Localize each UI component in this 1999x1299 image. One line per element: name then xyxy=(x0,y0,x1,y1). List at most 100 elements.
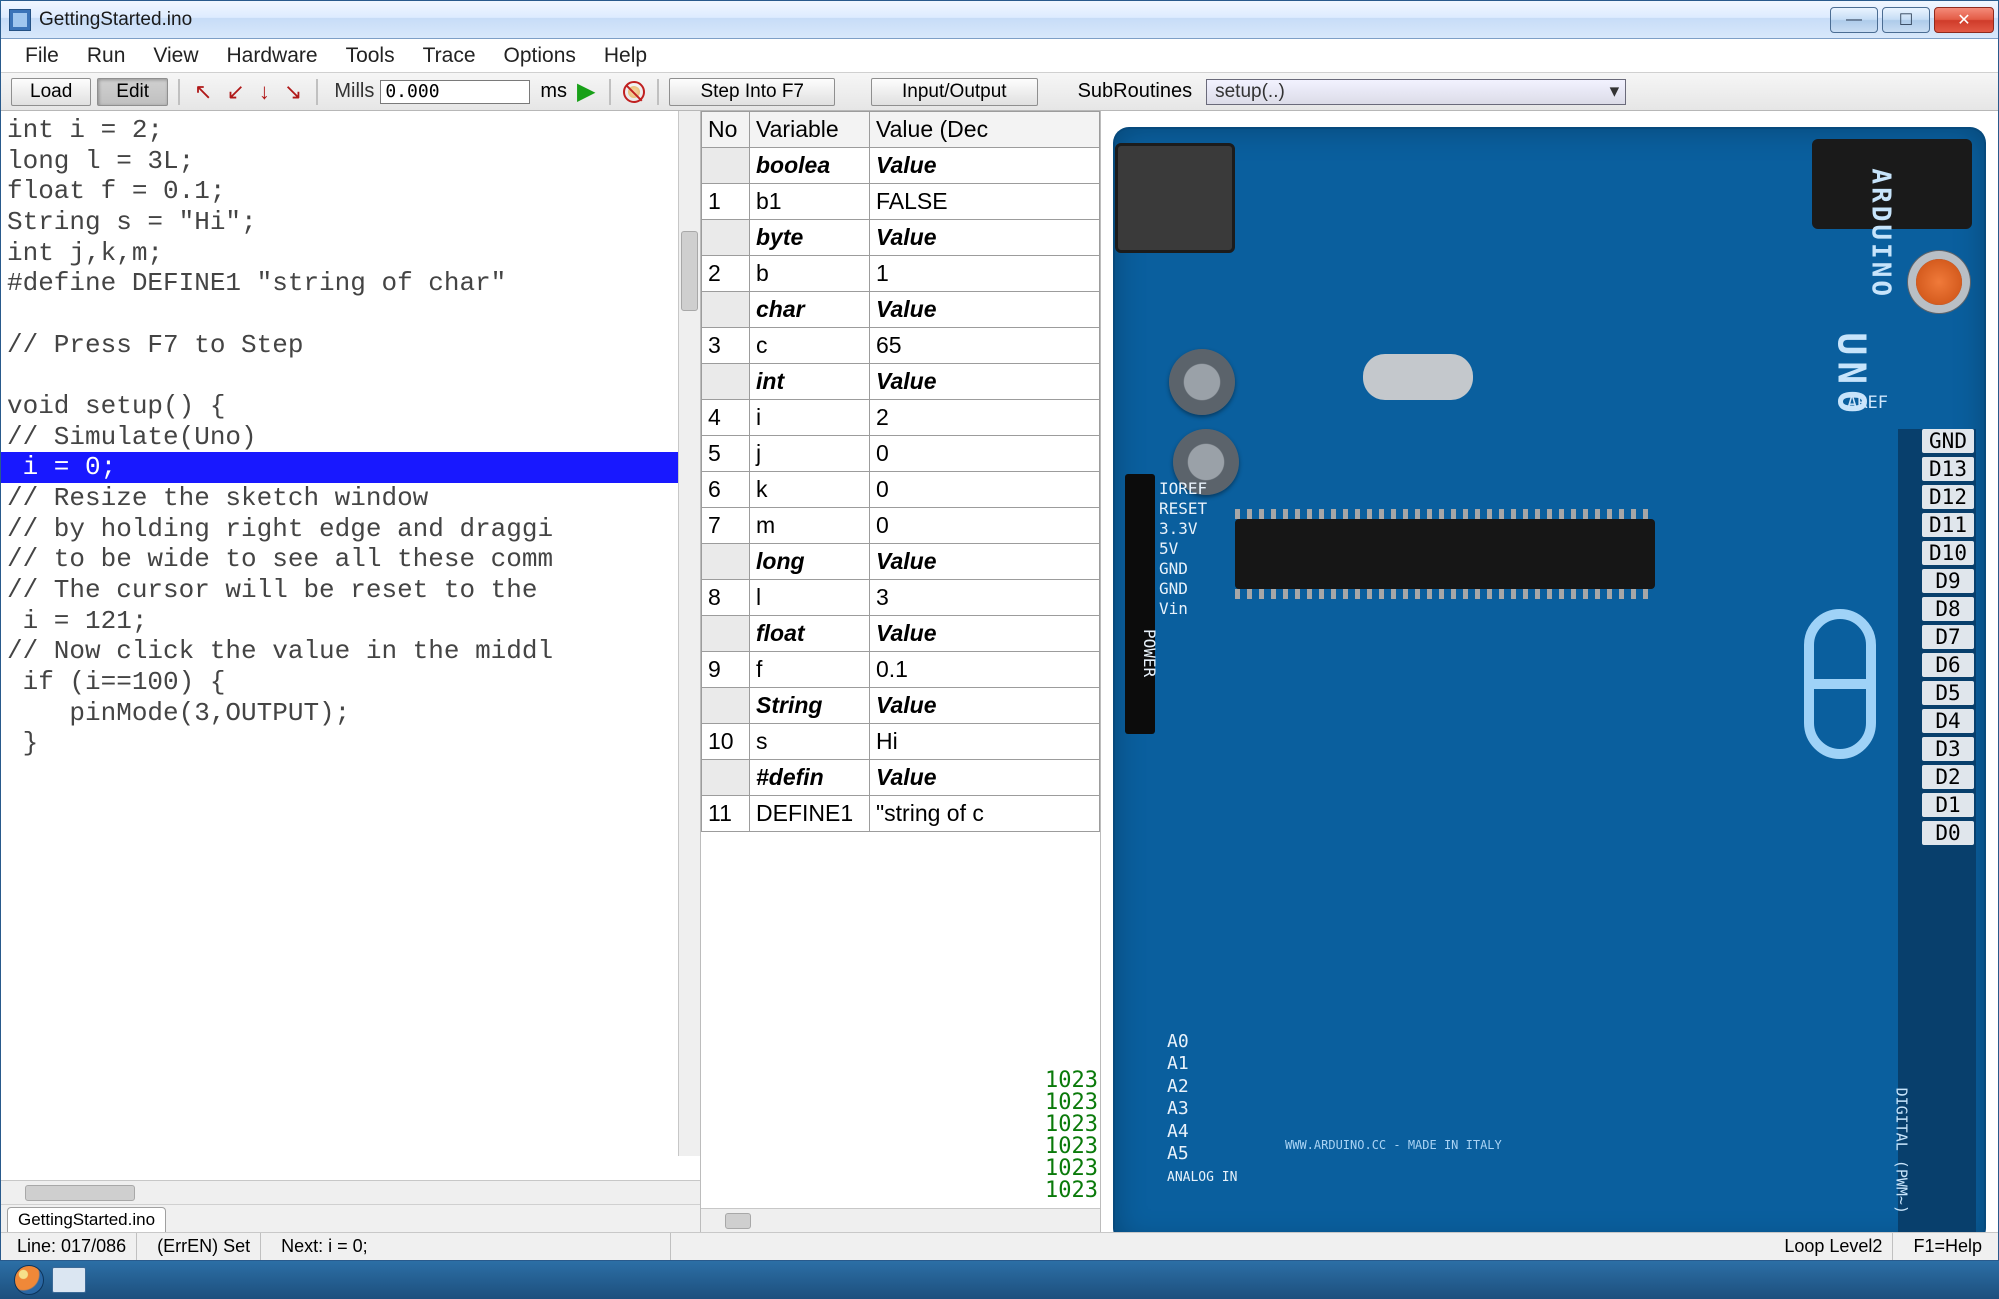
menu-help[interactable]: Help xyxy=(592,40,659,72)
menu-hardware[interactable]: Hardware xyxy=(215,40,330,72)
input-output-button[interactable]: Input/Output xyxy=(871,78,1038,106)
digital-pin-label[interactable]: D4 xyxy=(1922,709,1974,733)
capacitor-icon xyxy=(1169,349,1235,415)
digital-pin-label[interactable]: D9 xyxy=(1922,569,1974,593)
arrow-down-icon[interactable]: ↓ xyxy=(255,79,274,105)
infinity-logo-icon xyxy=(1804,609,1876,759)
menu-trace[interactable]: Trace xyxy=(411,40,488,72)
digital-pin-label[interactable]: GND xyxy=(1922,429,1974,453)
chevron-down-icon: ▾ xyxy=(1610,80,1620,103)
digital-pin-label[interactable]: D1 xyxy=(1922,793,1974,817)
menu-options[interactable]: Options xyxy=(492,40,588,72)
start-orb-icon[interactable] xyxy=(14,1265,44,1295)
board-panel: ARDUINO UNO AREF DIGITAL (PWM~) IOREFRES… xyxy=(1101,111,1998,1232)
arrow-sw-icon[interactable]: ↙ xyxy=(222,79,248,105)
ms-label: ms xyxy=(540,80,567,103)
header-left-icon xyxy=(1125,474,1155,734)
table-row[interactable]: intValue xyxy=(702,364,1100,400)
subroutines-select[interactable]: setup(..) ▾ xyxy=(1206,79,1626,105)
minimize-button[interactable]: — xyxy=(1830,7,1878,33)
table-row[interactable]: 6k0 xyxy=(702,472,1100,508)
analog-pin-labels: A0A1A2A3A4A5ANALOG IN xyxy=(1167,1031,1237,1186)
app-icon xyxy=(9,9,31,31)
subroutines-label: SubRoutines xyxy=(1078,80,1193,103)
table-row[interactable]: 8l3 xyxy=(702,580,1100,616)
digital-pin-label[interactable]: D2 xyxy=(1922,765,1974,789)
digital-pin-label[interactable]: D7 xyxy=(1922,625,1974,649)
digital-label: DIGITAL (PWM~) xyxy=(1892,1088,1910,1214)
status-help: F1=Help xyxy=(1903,1233,1992,1260)
table-row[interactable]: 5j0 xyxy=(702,436,1100,472)
close-button[interactable]: ✕ xyxy=(1934,7,1994,33)
titlebar[interactable]: GettingStarted.ino — ☐ ✕ xyxy=(1,1,1998,39)
table-row[interactable]: 2b1 xyxy=(702,256,1100,292)
digital-pin-label[interactable]: D0 xyxy=(1922,821,1974,845)
reset-button[interactable] xyxy=(1916,259,1962,305)
table-row[interactable]: 11DEFINE1"string of c xyxy=(702,796,1100,832)
digital-pin-label[interactable]: D8 xyxy=(1922,597,1974,621)
status-next: Next: i = 0; xyxy=(271,1233,671,1260)
maximize-button[interactable]: ☐ xyxy=(1882,7,1930,33)
digital-pin-label[interactable]: D5 xyxy=(1922,681,1974,705)
window-title: GettingStarted.ino xyxy=(39,9,192,31)
mills-input[interactable] xyxy=(380,80,530,104)
table-row[interactable]: 9f0.1 xyxy=(702,652,1100,688)
menu-file[interactable]: File xyxy=(13,40,71,72)
power-silks: IOREFRESET3.3V5VGNDGNDVinPOWER xyxy=(1159,479,1207,649)
subroutines-value: setup(..) xyxy=(1215,81,1285,103)
table-row[interactable]: byteValue xyxy=(702,220,1100,256)
edit-button[interactable]: Edit xyxy=(97,78,168,106)
digital-pin-label[interactable]: D11 xyxy=(1922,513,1974,537)
mcu-chip-icon xyxy=(1235,519,1655,589)
table-row[interactable]: 4i2 xyxy=(702,400,1100,436)
taskbar[interactable] xyxy=(0,1261,1999,1299)
status-line: Line: 017/086 xyxy=(7,1233,137,1260)
code-horizontal-scrollbar[interactable] xyxy=(1,1180,700,1204)
arrow-se-icon[interactable]: ↘ xyxy=(280,79,306,105)
mills-label: Mills xyxy=(334,80,374,103)
table-row[interactable]: 1b1FALSE xyxy=(702,184,1100,220)
table-row[interactable]: 3c65 xyxy=(702,328,1100,364)
digital-pin-label[interactable]: D13 xyxy=(1922,457,1974,481)
table-row[interactable]: booleaValue xyxy=(702,148,1100,184)
menu-view[interactable]: View xyxy=(141,40,210,72)
col-variable[interactable]: Variable xyxy=(750,112,870,148)
app-window: GettingStarted.ino — ☐ ✕ File Run View H… xyxy=(0,0,1999,1261)
menu-tools[interactable]: Tools xyxy=(334,40,407,72)
digital-pin-label[interactable]: D6 xyxy=(1922,653,1974,677)
digital-pin-label[interactable]: D10 xyxy=(1922,541,1974,565)
variables-table[interactable]: No Variable Value (Dec booleaValue1b1FAL… xyxy=(701,111,1100,832)
stop-icon[interactable] xyxy=(623,81,645,103)
code-vertical-scrollbar[interactable] xyxy=(678,111,700,1156)
arrow-nw-icon[interactable]: ↖ xyxy=(190,79,216,105)
variables-panel: No Variable Value (Dec booleaValue1b1FAL… xyxy=(701,111,1101,1232)
variables-horizontal-scrollbar[interactable] xyxy=(701,1208,1100,1232)
arduino-board[interactable]: ARDUINO UNO AREF DIGITAL (PWM~) IOREFRES… xyxy=(1115,129,1984,1232)
table-row[interactable]: charValue xyxy=(702,292,1100,328)
table-row[interactable]: longValue xyxy=(702,544,1100,580)
code-editor[interactable]: int i = 2;long l = 3L;float f = 0.1;Stri… xyxy=(1,111,700,763)
analog-readings: 102310231023102310231023 xyxy=(1045,1070,1098,1202)
crystal-icon xyxy=(1363,354,1473,400)
col-value[interactable]: Value (Dec xyxy=(870,112,1100,148)
run-icon[interactable]: ▶ xyxy=(577,77,595,106)
step-into-button[interactable]: Step Into F7 xyxy=(669,78,835,106)
table-row[interactable]: 10sHi xyxy=(702,724,1100,760)
table-row[interactable]: 7m0 xyxy=(702,508,1100,544)
file-tab[interactable]: GettingStarted.ino xyxy=(7,1207,166,1232)
col-no[interactable]: No xyxy=(702,112,750,148)
taskbar-app-button[interactable] xyxy=(52,1267,86,1293)
menu-run[interactable]: Run xyxy=(75,40,138,72)
table-row[interactable]: #definValue xyxy=(702,760,1100,796)
aref-label: AREF xyxy=(1847,393,1888,413)
status-error: (ErrEN) Set xyxy=(147,1233,261,1260)
load-button[interactable]: Load xyxy=(11,78,91,106)
menubar: File Run View Hardware Tools Trace Optio… xyxy=(1,39,1998,73)
digital-pin-label[interactable]: D12 xyxy=(1922,485,1974,509)
board-brand: ARDUINO xyxy=(1866,168,1896,299)
toolbar: Load Edit ↖ ↙ ↓ ↘ Mills ms ▶ Step Into F… xyxy=(1,73,1998,111)
table-row[interactable]: StringValue xyxy=(702,688,1100,724)
usb-port-icon xyxy=(1115,143,1235,253)
digital-pin-label[interactable]: D3 xyxy=(1922,737,1974,761)
table-row[interactable]: floatValue xyxy=(702,616,1100,652)
